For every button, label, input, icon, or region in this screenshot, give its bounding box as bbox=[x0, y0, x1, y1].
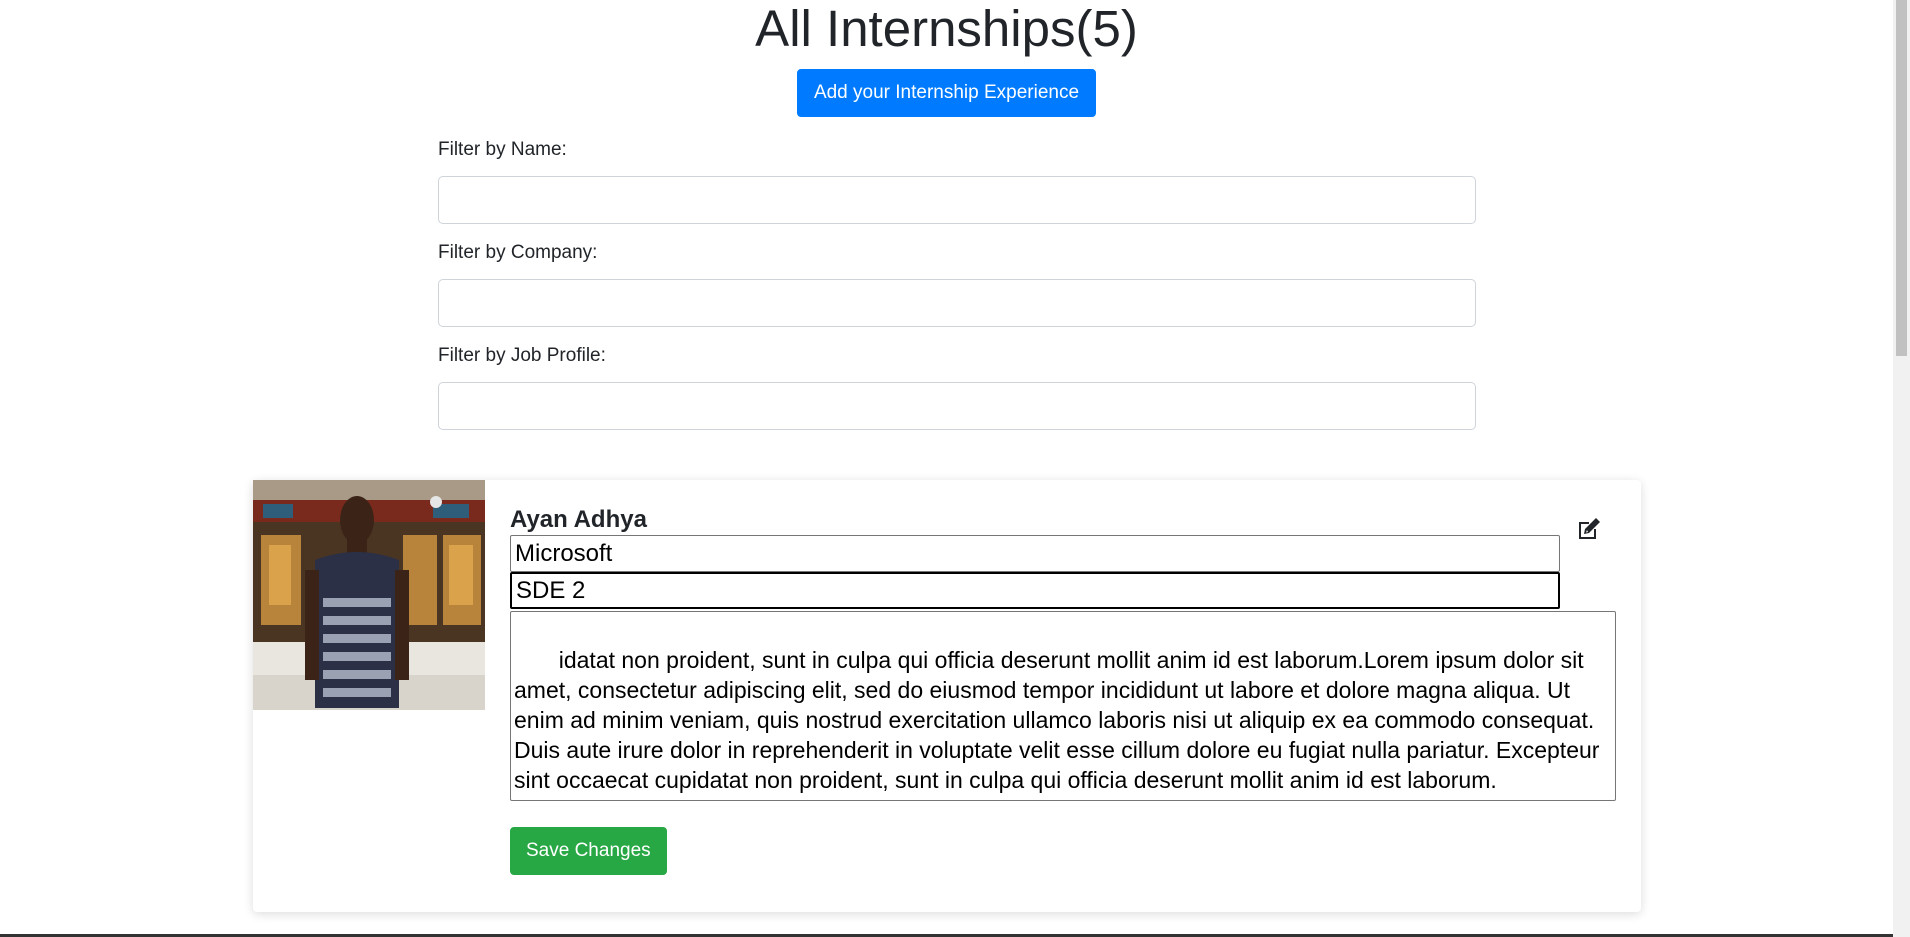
company-input[interactable] bbox=[510, 535, 1560, 572]
description-text: idatat non proident, sunt in culpa qui o… bbox=[514, 647, 1606, 793]
vertical-scrollbar[interactable] bbox=[1893, 0, 1910, 937]
filter-company-group: Filter by Company: bbox=[438, 241, 1476, 327]
filter-company-label: Filter by Company: bbox=[438, 242, 598, 263]
description-textarea[interactable]: idatat non proident, sunt in culpa qui o… bbox=[510, 611, 1616, 801]
save-changes-button[interactable]: Save Changes bbox=[510, 827, 667, 875]
filter-company-input[interactable] bbox=[438, 279, 1476, 327]
resize-grip-icon[interactable] bbox=[1604, 789, 1614, 799]
internship-card: Ayan Adhya idatat non proident, sunt in … bbox=[253, 480, 1641, 912]
filter-job-profile-input[interactable] bbox=[438, 382, 1476, 430]
profile-photo bbox=[253, 480, 485, 710]
header: All Internships(5) Add your Internship E… bbox=[0, 0, 1893, 117]
filter-name-group: Filter by Name: bbox=[438, 138, 1476, 224]
add-internship-button[interactable]: Add your Internship Experience bbox=[796, 69, 1097, 117]
page-title: All Internships(5) bbox=[755, 0, 1138, 57]
filter-job-profile-label: Filter by Job Profile: bbox=[438, 345, 606, 366]
filter-name-input[interactable] bbox=[438, 176, 1476, 224]
filter-name-label: Filter by Name: bbox=[438, 139, 567, 160]
job-profile-input[interactable] bbox=[510, 572, 1560, 609]
filter-job-profile-group: Filter by Job Profile: bbox=[438, 344, 1476, 430]
page: All Internships(5) Add your Internship E… bbox=[0, 0, 1910, 937]
filters-form: Filter by Name: Filter by Company: Filte… bbox=[438, 138, 1476, 447]
intern-name: Ayan Adhya bbox=[510, 506, 647, 533]
scrollbar-thumb[interactable] bbox=[1896, 0, 1907, 356]
profile-photo-image bbox=[253, 480, 485, 710]
edit-icon[interactable] bbox=[1576, 516, 1602, 542]
